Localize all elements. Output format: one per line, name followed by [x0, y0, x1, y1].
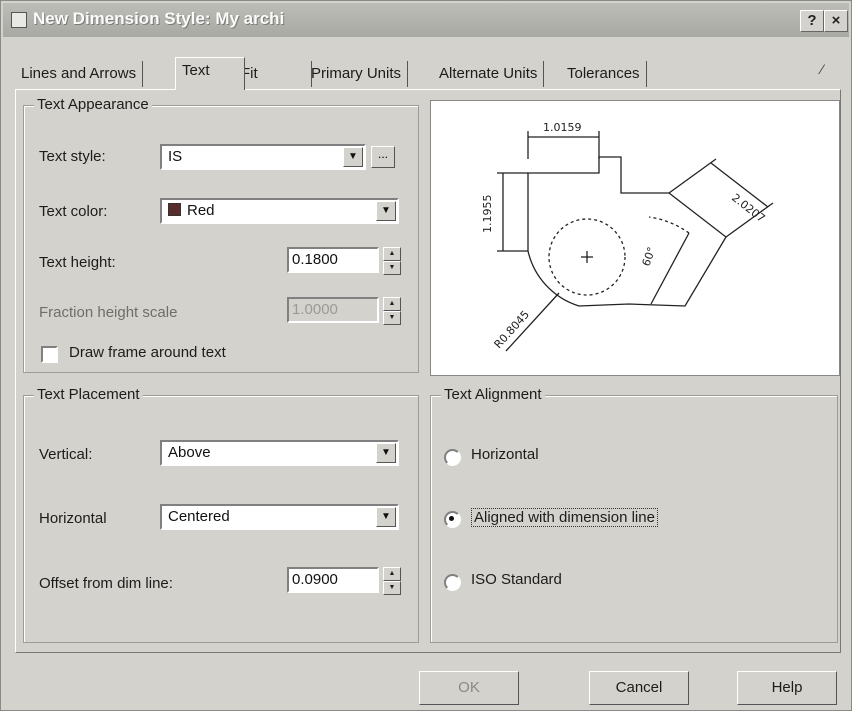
text-style-label: Text style:	[39, 148, 106, 165]
tab-alternate-units[interactable]: Alternate Units	[433, 61, 545, 87]
radio-iso-standard-label: ISO Standard	[471, 571, 562, 588]
radio-horizontal-label: Horizontal	[471, 446, 539, 463]
chevron-down-icon[interactable]: ▼	[376, 507, 396, 527]
preview-dim-left: 1.1955	[481, 195, 494, 234]
tab-primary-units[interactable]: Primary Units	[305, 61, 409, 87]
radio-aligned-label: Aligned with dimension line	[471, 508, 658, 527]
draw-frame-checkbox[interactable]	[41, 346, 58, 363]
text-placement-legend: Text Placement	[34, 386, 143, 403]
offset-spinner[interactable]: ▲ ▼	[383, 567, 401, 595]
text-style-value: IS	[168, 148, 183, 165]
window-title: New Dimension Style: My archi	[33, 9, 285, 28]
vertical-label: Vertical:	[39, 446, 93, 463]
window-icon	[11, 12, 27, 28]
tab-text[interactable]: Text	[175, 57, 245, 90]
color-swatch-icon	[168, 203, 181, 216]
chevron-down-icon[interactable]: ▼	[376, 443, 396, 463]
draw-frame-label: Draw frame around text	[69, 344, 226, 361]
text-color-label: Text color:	[39, 203, 108, 220]
tab-tolerances[interactable]: Tolerances	[561, 61, 647, 87]
horizontal-value: Centered	[168, 508, 230, 525]
fraction-height-scale-input[interactable]: 1.0000	[287, 297, 379, 323]
preview-dim-right: 2.0207	[729, 191, 767, 225]
text-style-select[interactable]: IS ▼	[160, 144, 366, 170]
chevron-down-icon[interactable]: ▼	[376, 201, 396, 221]
vertical-value: Above	[168, 444, 211, 461]
text-color-select[interactable]: Red ▼	[160, 198, 399, 224]
vertical-select[interactable]: Above ▼	[160, 440, 399, 466]
fraction-height-scale-label: Fraction height scale	[39, 304, 178, 321]
text-height-spinner[interactable]: ▲ ▼	[383, 247, 401, 275]
dimension-preview: 1.0159 1.1955 2.0207 60° R0.8045	[430, 100, 840, 376]
horizontal-label: Horizontal	[39, 510, 107, 527]
radio-aligned[interactable]	[444, 511, 461, 528]
radio-horizontal[interactable]	[444, 449, 461, 466]
text-style-browse-button[interactable]: ...	[371, 146, 395, 168]
preview-dim-top: 1.0159	[543, 121, 582, 134]
radio-iso-standard[interactable]	[444, 574, 461, 591]
part-outline	[527, 156, 727, 307]
angle-line	[650, 232, 690, 305]
right-dim-ext-top	[668, 158, 717, 194]
help-icon[interactable]: ?	[800, 10, 824, 32]
dialog-window: New Dimension Style: My archi ? × Lines …	[0, 0, 852, 711]
close-icon[interactable]: ×	[824, 10, 848, 32]
fraction-height-scale-spinner[interactable]: ▲ ▼	[383, 297, 401, 325]
angle-arc	[648, 216, 690, 234]
ok-button[interactable]: OK	[419, 671, 519, 705]
preview-drawing: 1.0159 1.1955 2.0207 60° R0.8045	[481, 121, 774, 352]
resize-grip-icon: ⁄	[821, 61, 824, 77]
preview-dim-angle: 60°	[640, 245, 659, 268]
offset-label: Offset from dim line:	[39, 575, 173, 592]
text-appearance-legend: Text Appearance	[34, 96, 152, 113]
tab-lines-and-arrows[interactable]: Lines and Arrows	[15, 61, 144, 87]
text-height-input[interactable]: 0.1800	[287, 247, 379, 273]
horizontal-select[interactable]: Centered ▼	[160, 504, 399, 530]
text-height-label: Text height:	[39, 254, 116, 271]
cancel-button[interactable]: Cancel	[589, 671, 689, 705]
title-bar[interactable]: New Dimension Style: My archi ? ×	[3, 3, 849, 37]
offset-input[interactable]: 0.0900	[287, 567, 379, 593]
tab-fit[interactable]: Fit	[235, 61, 312, 87]
text-alignment-legend: Text Alignment	[441, 386, 545, 403]
chevron-down-icon[interactable]: ▼	[343, 147, 363, 167]
help-button[interactable]: Help	[737, 671, 837, 705]
text-color-value: Red	[187, 202, 215, 219]
